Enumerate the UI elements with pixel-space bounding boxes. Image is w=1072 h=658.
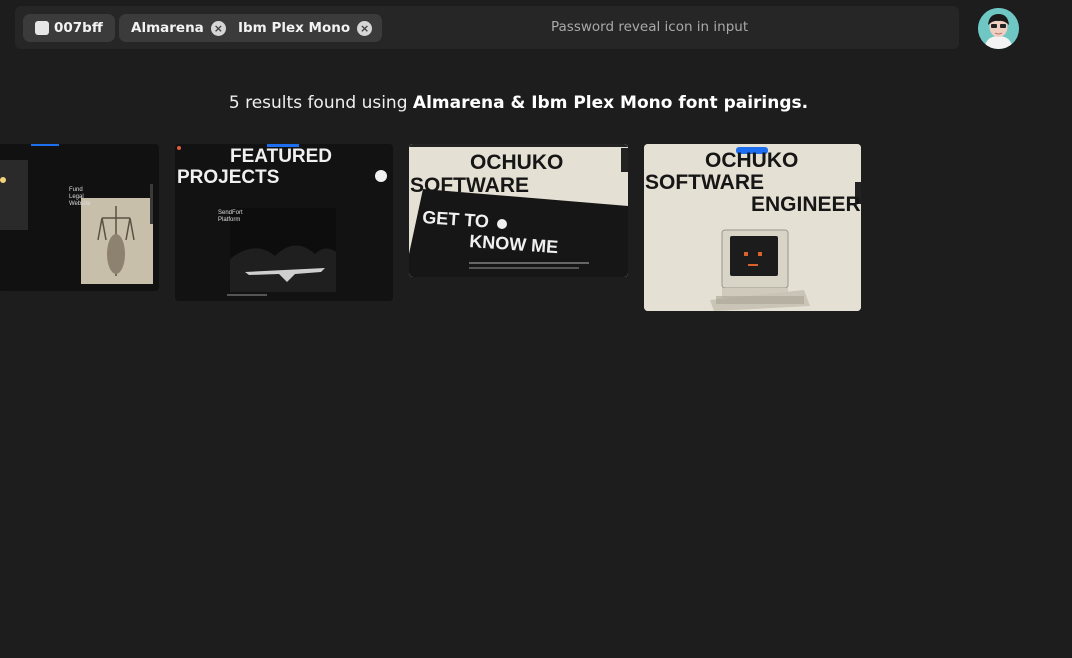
card-1-caption: Fund Legal Website bbox=[69, 187, 91, 207]
result-card-4[interactable]: OCHUKO SOFTWARE ENGINEER bbox=[644, 144, 861, 311]
card-2-heading-line2: PROJECTS bbox=[177, 167, 280, 188]
result-card-1[interactable]: Fund Legal Website bbox=[0, 144, 159, 291]
color-chip-label: 007bff bbox=[54, 20, 103, 36]
results-summary: 5 results found using Almarena & Ibm Ple… bbox=[0, 93, 1037, 113]
card-3-line3: GET TO bbox=[421, 207, 490, 232]
color-chip[interactable]: 007bff bbox=[23, 14, 115, 42]
font-chip-almarena[interactable]: Almarena × bbox=[119, 14, 236, 42]
card-3-line2: SOFTWARE bbox=[410, 174, 529, 197]
color-swatch-icon bbox=[35, 21, 49, 35]
card-4-line3: ENGINEER bbox=[751, 193, 861, 216]
font-chip-ibm-plex-mono[interactable]: Ibm Plex Mono × bbox=[226, 14, 383, 42]
result-card-2[interactable]: FEATURED PROJECTS SendFort Platform bbox=[175, 144, 393, 301]
result-card-3[interactable]: OCHUKO SOFTWARE GET TO KNOW ME bbox=[409, 144, 628, 277]
search-input[interactable]: Password reveal icon in input bbox=[551, 6, 748, 49]
remove-chip-icon[interactable]: × bbox=[210, 20, 226, 36]
card-2-heading-line1: FEATURED bbox=[230, 146, 333, 167]
card-4-line2: SOFTWARE bbox=[645, 171, 764, 194]
avatar[interactable] bbox=[978, 8, 1019, 49]
font-chip-label: Almarena bbox=[131, 20, 204, 36]
card-4-line1: OCHUKO bbox=[705, 149, 799, 172]
avatar-image bbox=[978, 8, 1019, 49]
font-chip-label: Ibm Plex Mono bbox=[238, 20, 351, 36]
results-font-pairing: Almarena & Ibm Plex Mono font pairings. bbox=[412, 93, 809, 113]
search-bar[interactable]: 007bff Almarena × Ibm Plex Mono × Passwo… bbox=[15, 6, 959, 49]
card-3-line1: OCHUKO bbox=[470, 151, 564, 174]
result-card-1-preview bbox=[0, 144, 159, 291]
card-2-caption: SendFort Platform bbox=[218, 210, 243, 223]
results-count: 5 results found using bbox=[228, 93, 413, 113]
remove-chip-icon[interactable]: × bbox=[357, 20, 373, 36]
